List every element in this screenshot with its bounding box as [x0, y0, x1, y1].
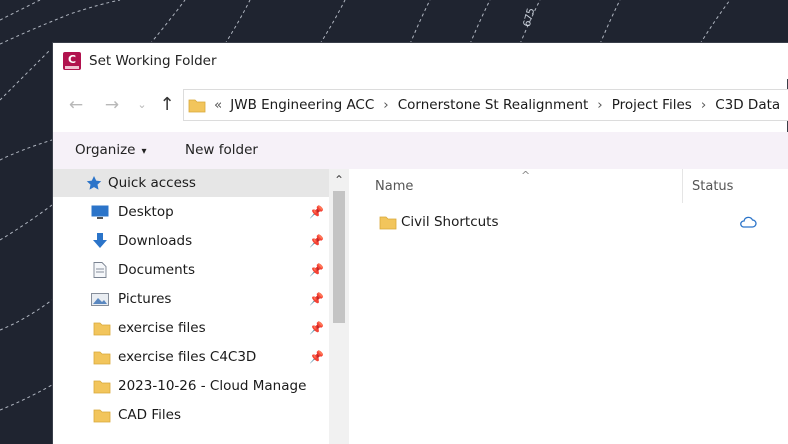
- scroll-up-chevron-icon[interactable]: ⌃: [329, 171, 349, 189]
- breadcrumb-item-cornerstone-st-realignment[interactable]: Cornerstone St Realignment: [398, 97, 589, 113]
- folder-icon: [93, 351, 111, 365]
- sidebar-item-label: Pictures: [118, 291, 172, 307]
- navigation-pane: Quick access Desktop 📌 Downloads 📌 Docum…: [53, 169, 349, 444]
- sidebar-item-quick-access[interactable]: Quick access: [53, 169, 329, 197]
- file-name: Civil Shortcuts: [401, 214, 499, 230]
- folder-icon: [188, 99, 206, 113]
- navigation-bar: ← → ⌄ ↑ « JWB Engineering ACC › Cornerstone…: [53, 89, 788, 121]
- up-arrow-icon[interactable]: ↑: [156, 93, 178, 117]
- pin-icon[interactable]: 📌: [309, 321, 324, 335]
- breadcrumb-separator-icon[interactable]: ›: [383, 97, 388, 113]
- set-working-folder-dialog: C Set Working Folder ← → ⌄ ↑ « JWB Engine…: [52, 42, 788, 444]
- sidebar-item-2023-10-26-cloud-manage[interactable]: 2023-10-26 - Cloud Manage: [53, 372, 329, 400]
- folder-icon: [93, 380, 111, 394]
- organize-button[interactable]: Organize ▾: [75, 142, 147, 158]
- sidebar-item-label: Documents: [118, 262, 195, 278]
- sidebar-item-label: Desktop: [118, 204, 174, 220]
- back-arrow-icon[interactable]: ←: [65, 93, 87, 117]
- sidebar-item-exercise-files-c4c3d[interactable]: exercise files C4C3D 📌: [53, 343, 329, 371]
- sidebar-item-label: 2023-10-26 - Cloud Manage: [118, 378, 307, 394]
- sidebar-item-label: exercise files: [118, 320, 206, 336]
- sidebar-item-pictures[interactable]: Pictures 📌: [53, 285, 329, 313]
- cloud-icon: [740, 216, 757, 228]
- file-list-pane: ^ Name Status Civil Shortcuts: [349, 169, 788, 444]
- sidebar-item-label: CAD Files: [118, 407, 181, 423]
- sidebar-item-label: Quick access: [108, 175, 196, 191]
- pin-icon[interactable]: 📌: [309, 292, 324, 306]
- desktop-icon: [91, 205, 109, 219]
- app-icon-letter: C: [67, 53, 77, 66]
- forward-arrow-icon[interactable]: →: [101, 93, 123, 117]
- pin-icon[interactable]: 📌: [309, 350, 324, 364]
- new-folder-button[interactable]: New folder: [185, 142, 258, 158]
- breadcrumb-item-project-files[interactable]: Project Files: [612, 97, 692, 113]
- command-toolbar: Organize ▾ New folder: [53, 132, 788, 169]
- caret-down-icon: ▾: [141, 146, 147, 157]
- document-icon: [93, 262, 107, 278]
- breadcrumb-overflow-icon[interactable]: «: [214, 97, 222, 113]
- column-divider[interactable]: [682, 169, 683, 203]
- folder-icon: [379, 216, 397, 230]
- recent-locations-chevron-icon[interactable]: ⌄: [131, 93, 153, 117]
- pictures-icon: [91, 293, 109, 306]
- folder-icon: [93, 322, 111, 336]
- app-icon-stripe: [65, 66, 79, 69]
- column-header-name[interactable]: Name: [375, 179, 413, 194]
- scrollbar-thumb[interactable]: [333, 191, 345, 323]
- star-icon: [86, 176, 102, 190]
- sidebar-item-label: exercise files C4C3D: [118, 349, 257, 365]
- folder-icon: [93, 409, 111, 423]
- sidebar-item-desktop[interactable]: Desktop 📌: [53, 198, 329, 226]
- breadcrumb-separator-icon[interactable]: ›: [597, 97, 602, 113]
- sidebar-item-cad-files[interactable]: CAD Files: [53, 401, 329, 429]
- sidebar-item-downloads[interactable]: Downloads 📌: [53, 227, 329, 255]
- file-row-civil-shortcuts[interactable]: Civil Shortcuts: [371, 209, 788, 235]
- pin-icon[interactable]: 📌: [309, 205, 324, 219]
- navigation-pane-scrollbar[interactable]: ⌃: [329, 169, 349, 444]
- breadcrumb-item-jwb-engineering-acc[interactable]: JWB Engineering ACC: [230, 97, 374, 113]
- breadcrumb-item-c3d-data[interactable]: C3D Data: [715, 97, 780, 113]
- breadcrumb: « JWB Engineering ACC › Cornerstone St Real…: [214, 97, 780, 113]
- column-header-status[interactable]: Status: [692, 179, 733, 194]
- breadcrumb-separator-icon[interactable]: ›: [701, 97, 706, 113]
- address-bar[interactable]: « JWB Engineering ACC › Cornerstone St Real…: [183, 89, 788, 121]
- sort-ascending-icon: ^: [521, 169, 531, 182]
- sidebar-item-label: Downloads: [118, 233, 193, 249]
- title-bar: C Set Working Folder: [53, 43, 788, 79]
- sidebar-item-documents[interactable]: Documents 📌: [53, 256, 329, 284]
- sidebar-item-exercise-files[interactable]: exercise files 📌: [53, 314, 329, 342]
- pin-icon[interactable]: 📌: [309, 263, 324, 277]
- pin-icon[interactable]: 📌: [309, 234, 324, 248]
- civil-3d-app-icon: C: [63, 52, 81, 70]
- organize-label: Organize: [75, 142, 136, 158]
- download-arrow-icon: [93, 233, 107, 248]
- window-title: Set Working Folder: [89, 53, 217, 69]
